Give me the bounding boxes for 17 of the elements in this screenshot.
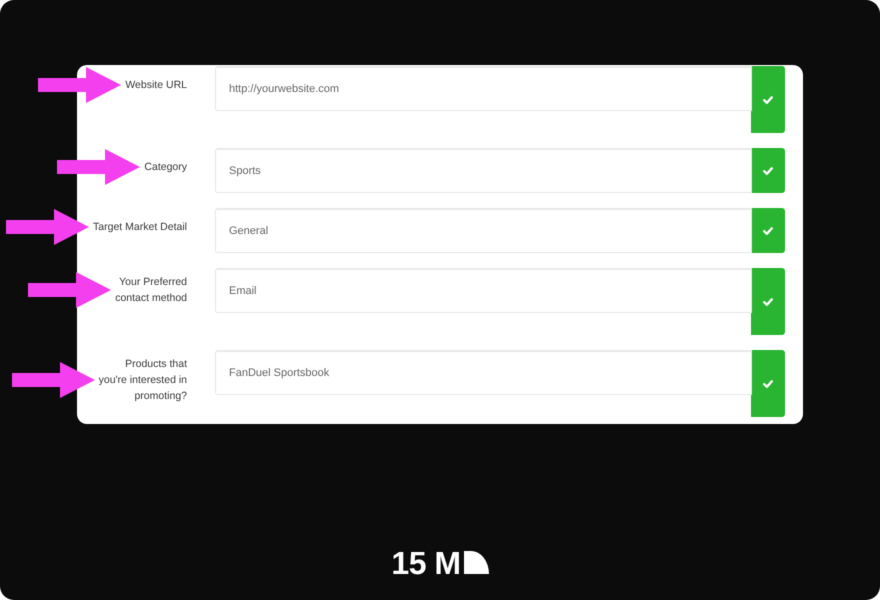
- field-label: Target Market Detail: [93, 220, 187, 235]
- input-field[interactable]: FanDuel Sportsbook: [215, 350, 752, 395]
- check-icon: [763, 166, 773, 174]
- logo-text: 15 M: [391, 547, 461, 579]
- input-field[interactable]: http://yourwebsite.com: [215, 66, 752, 111]
- field-label: Products that you're interested in promoting?: [98, 357, 187, 404]
- input-field[interactable]: Sports: [215, 148, 752, 193]
- field-label: Website URL: [125, 78, 187, 93]
- logo-shape-icon: [464, 551, 489, 574]
- check-icon: [763, 226, 773, 234]
- input-field[interactable]: Email: [215, 268, 752, 313]
- check-icon: [763, 380, 773, 388]
- field-label: Your Preferred contact method: [115, 275, 187, 306]
- check-icon: [763, 96, 773, 104]
- check-icon: [763, 298, 773, 306]
- field-label: Category: [144, 160, 187, 175]
- input-field[interactable]: General: [215, 208, 752, 253]
